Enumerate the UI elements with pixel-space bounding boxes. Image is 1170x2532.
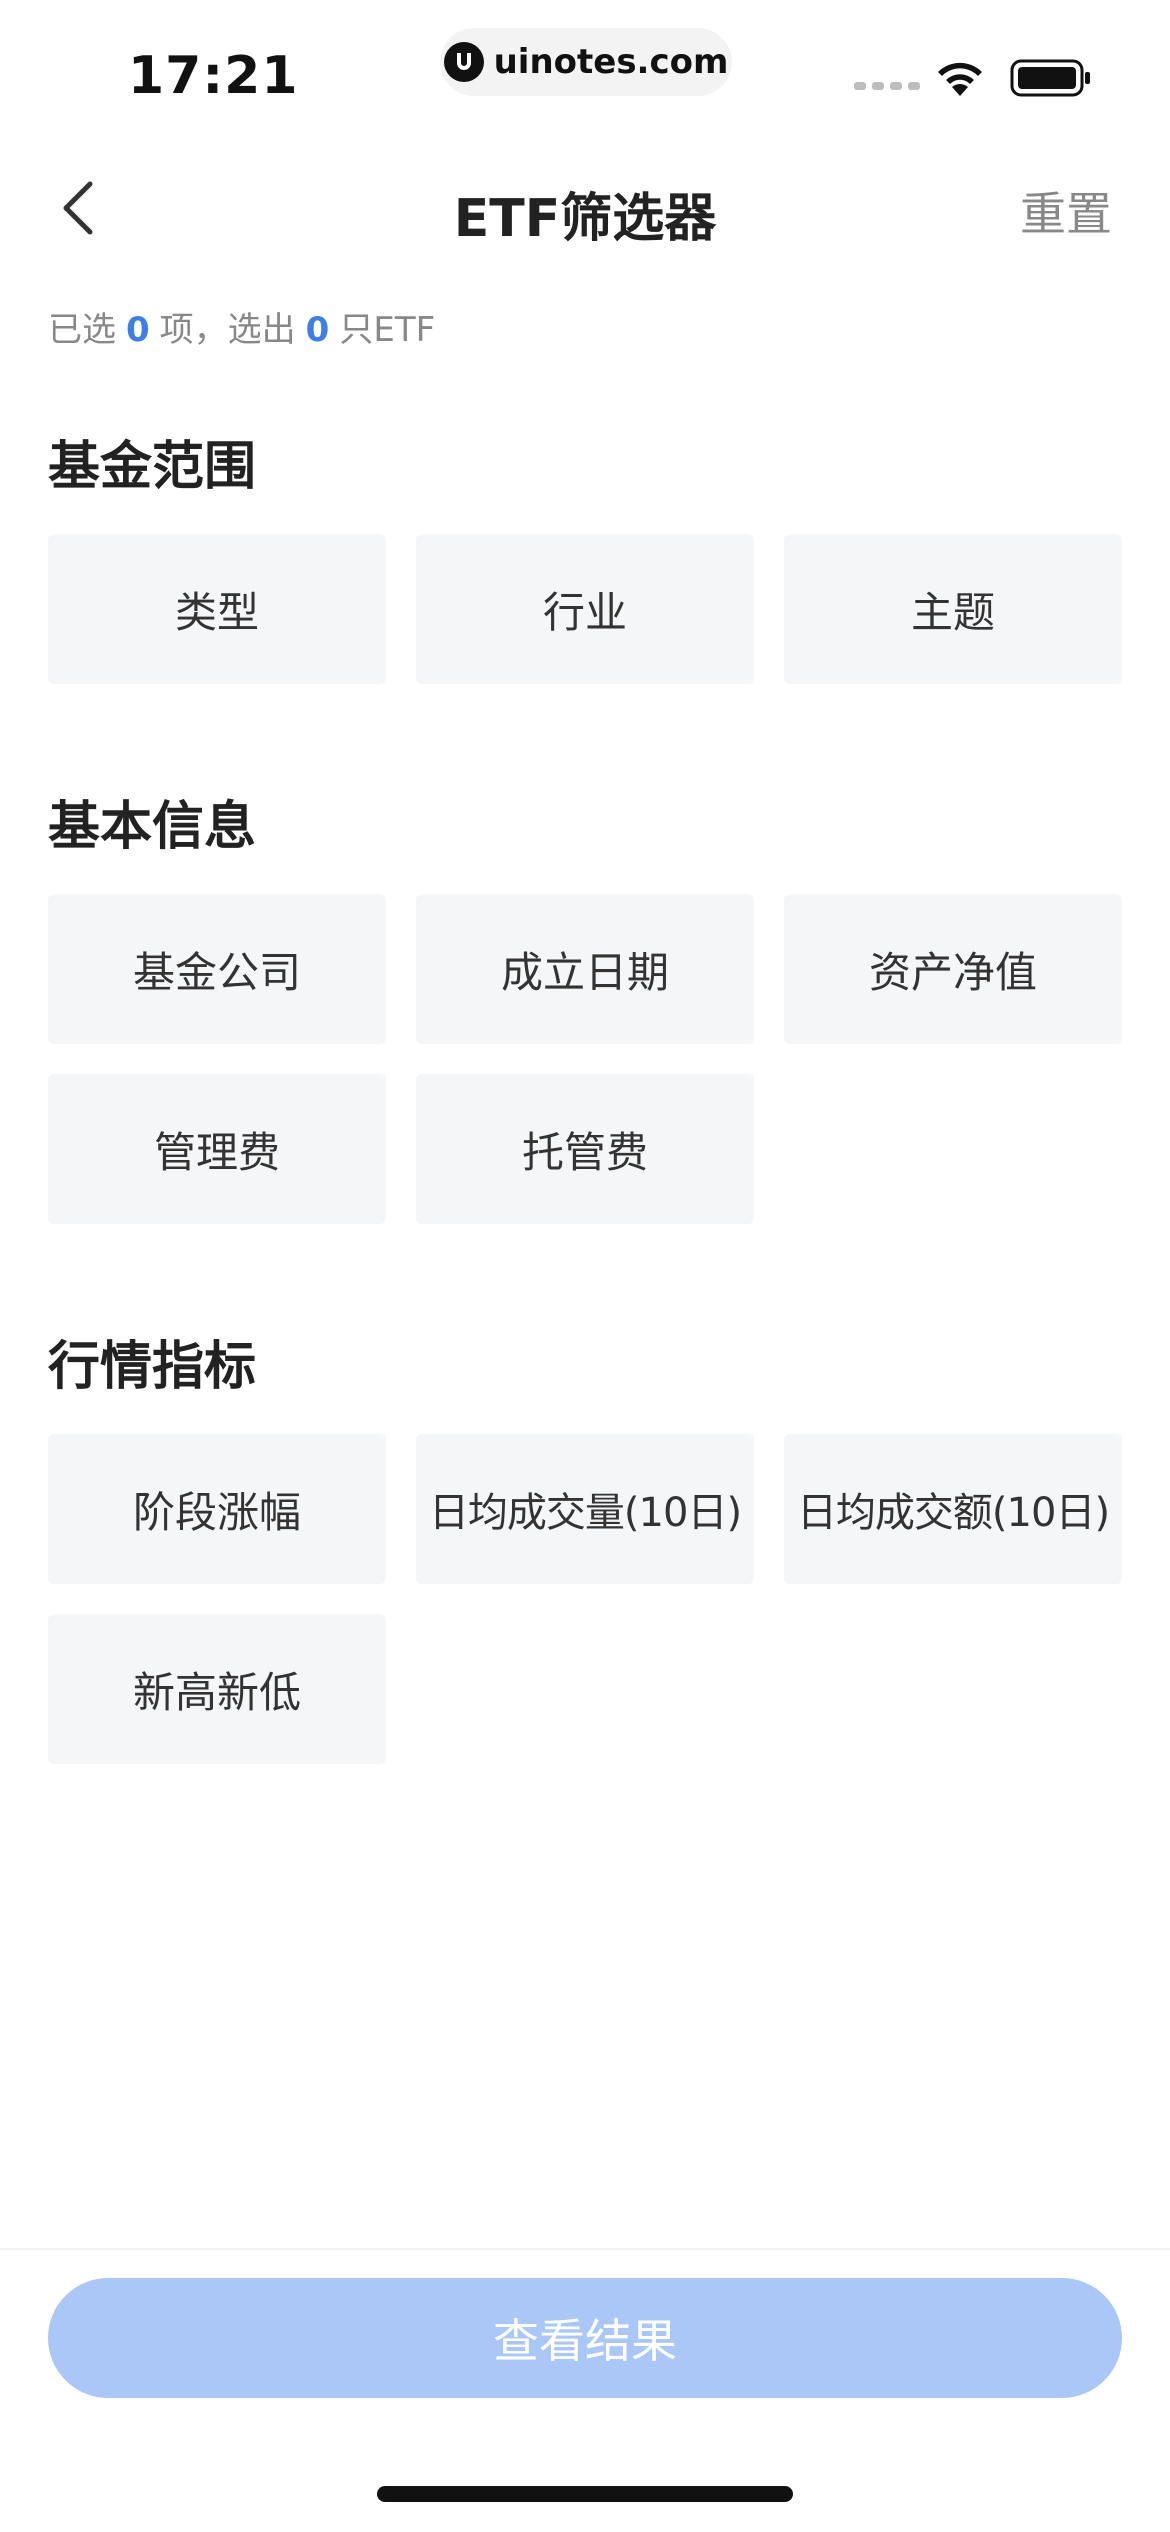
- option-avg-turnover-10d[interactable]: 日均成交额(10日): [784, 1434, 1122, 1584]
- cellular-signal-icon: [854, 82, 920, 90]
- summary-prefix: 已选: [48, 310, 116, 350]
- selected-count: 0: [126, 310, 150, 350]
- option-net-assets[interactable]: 资产净值: [784, 894, 1122, 1044]
- option-theme[interactable]: 主题: [784, 534, 1122, 684]
- navigation-bar: ETF筛选器 重置: [0, 150, 1170, 266]
- section-title-fund-scope: 基金范围: [48, 437, 257, 497]
- view-results-button[interactable]: 查看结果: [48, 2278, 1122, 2398]
- status-bar: 17:21 uinotes.com: [0, 0, 1170, 150]
- option-industry[interactable]: 行业: [416, 534, 754, 684]
- site-badge: uinotes.com: [440, 28, 732, 96]
- summary-middle: 项，选出: [159, 310, 296, 350]
- wifi-icon: [938, 62, 982, 96]
- option-avg-volume-10d[interactable]: 日均成交量(10日): [416, 1434, 754, 1584]
- option-fund-company[interactable]: 基金公司: [48, 894, 386, 1044]
- site-logo-icon: [443, 42, 484, 82]
- option-custody-fee[interactable]: 托管费: [416, 1074, 754, 1224]
- option-management-fee[interactable]: 管理费: [48, 1074, 386, 1224]
- footer-divider: [0, 2248, 1170, 2250]
- etf-screener-page: 17:21 uinotes.com ETF筛选器 重置 已选 0 项，选出 0 …: [0, 0, 1170, 2532]
- status-time: 17:21: [128, 46, 299, 106]
- summary-suffix: 只ETF: [339, 310, 436, 350]
- battery-icon: [1010, 59, 1090, 97]
- section-title-market-indicators: 行情指标: [48, 1337, 257, 1397]
- selection-summary: 已选 0 项，选出 0 只ETF: [48, 302, 435, 351]
- section-title-basic-info: 基本信息: [48, 797, 257, 857]
- option-period-change[interactable]: 阶段涨幅: [48, 1434, 386, 1584]
- option-new-high-low[interactable]: 新高新低: [48, 1614, 386, 1764]
- option-type[interactable]: 类型: [48, 534, 386, 684]
- etf-count: 0: [305, 310, 330, 350]
- option-inception-date[interactable]: 成立日期: [416, 894, 754, 1044]
- home-indicator[interactable]: [377, 2486, 793, 2502]
- reset-button[interactable]: 重置: [1020, 178, 1112, 244]
- page-title: ETF筛选器: [453, 189, 717, 249]
- site-url: uinotes.com: [493, 42, 729, 82]
